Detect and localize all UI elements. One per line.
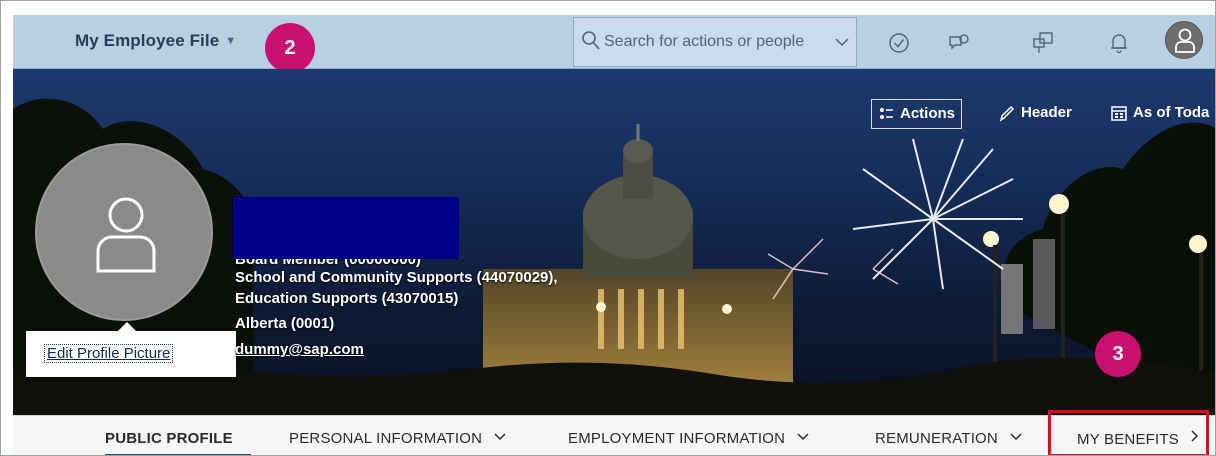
tab-public-profile[interactable]: PUBLIC PROFILE [105, 430, 233, 447]
as-of-date-button[interactable]: As of Toda [1111, 104, 1209, 121]
callout-badge-bottom: 3 [1095, 331, 1141, 377]
tab-remuneration[interactable]: REMUNERATION [875, 430, 1022, 447]
employee-file-window: My Employee File ▼ 2 Search for actions o… [0, 0, 1216, 456]
search-icon [582, 31, 600, 50]
tab-label: REMUNERATION [875, 430, 998, 447]
caret-down-icon: ▼ [225, 35, 237, 47]
edit-picture-popover: Edit Profile Picture [26, 322, 236, 377]
chevron-down-icon [797, 433, 809, 441]
calendar-icon [1111, 106, 1127, 121]
approvals-icon[interactable] [1031, 31, 1055, 55]
location-line: Alberta (0001) [235, 315, 335, 332]
app-title-text: My Employee File [75, 31, 220, 50]
actions-icon [880, 108, 893, 119]
callout-badge-top: 2 [265, 23, 315, 73]
redacted-name-block [233, 197, 459, 259]
app-title-menu[interactable]: My Employee File ▼ [75, 31, 236, 51]
header-button[interactable]: Header [999, 104, 1072, 122]
user-placeholder-icon [96, 197, 156, 273]
tab-label: PERSONAL INFORMATION [289, 430, 483, 447]
todo-check-icon[interactable] [887, 31, 911, 55]
chevron-down-icon [494, 433, 506, 441]
header-label: Header [1021, 104, 1072, 121]
email-link[interactable]: dummy@sap.com [235, 341, 364, 358]
chevron-down-icon [1010, 433, 1022, 441]
actions-label: Actions [900, 105, 956, 122]
tab-personal-information[interactable]: PERSONAL INFORMATION [289, 430, 506, 447]
chevron-down-icon [835, 38, 849, 47]
pencil-icon [999, 105, 1015, 122]
tab-label: PUBLIC PROFILE [105, 430, 233, 447]
division-line: Education Supports (43070015) [235, 290, 459, 307]
search-scope-dropdown[interactable] [827, 17, 857, 67]
user-avatar-button[interactable] [1165, 21, 1203, 59]
search-placeholder: Search for actions or people [604, 33, 805, 50]
bell-icon[interactable] [1107, 31, 1131, 55]
profile-picture[interactable] [35, 143, 213, 321]
tab-label: EMPLOYMENT INFORMATION [568, 430, 786, 447]
section-tab-bar: PUBLIC PROFILE PERSONAL INFORMATION EMPL… [13, 415, 1215, 455]
tab-employment-information[interactable]: EMPLOYMENT INFORMATION [568, 430, 809, 447]
highlight-box-my-benefits [1048, 410, 1209, 455]
department-line: School and Community Supports (44070029)… [235, 269, 558, 286]
actions-button[interactable]: Actions [871, 99, 963, 129]
edit-profile-picture-link[interactable]: Edit Profile Picture [44, 344, 174, 363]
feedback-icon[interactable] [947, 31, 971, 55]
as-of-label: As of Toda [1133, 104, 1210, 121]
user-avatar-icon [1175, 28, 1195, 53]
search-field[interactable]: Search for actions or people [573, 17, 829, 67]
